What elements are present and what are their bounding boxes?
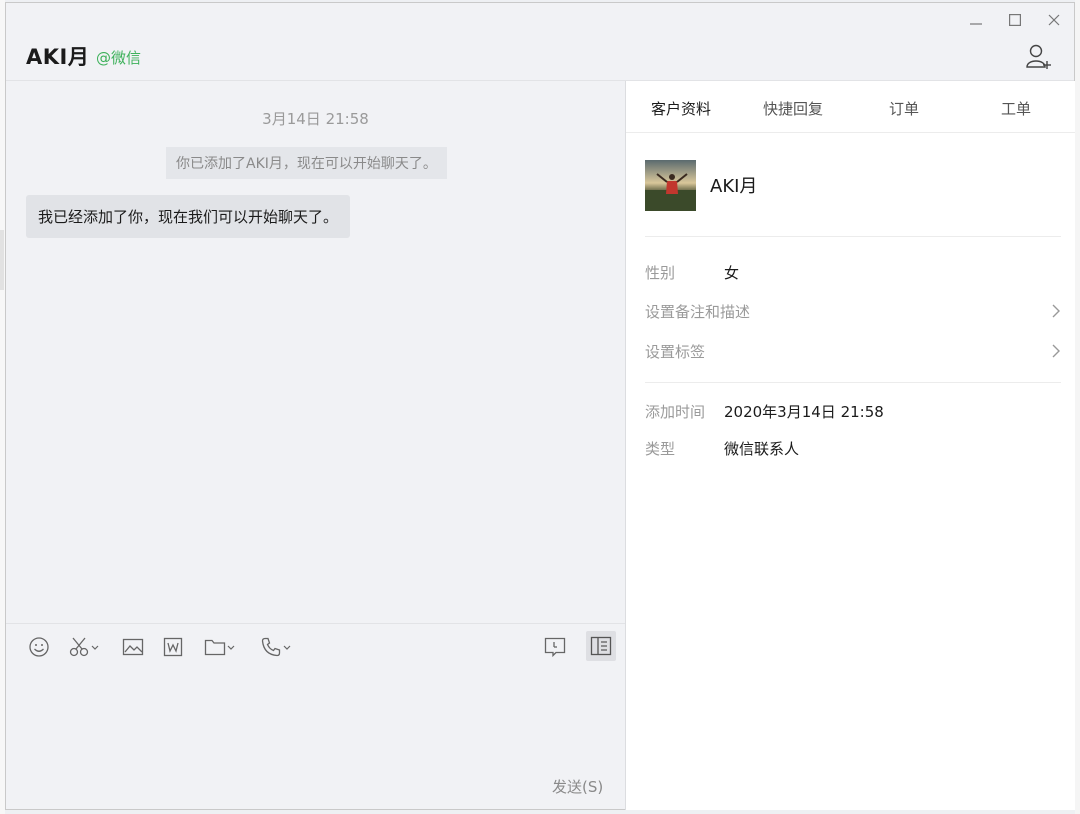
section-divider xyxy=(645,382,1061,383)
section-divider xyxy=(645,236,1061,237)
send-button[interactable]: 发送(S) xyxy=(552,776,603,797)
close-button[interactable] xyxy=(1039,9,1069,31)
chat-panel: 3月14日 21:58 你已添加了AKI月，现在可以开始聊天了。 我已经添加了你… xyxy=(6,81,625,810)
set-remark-row[interactable]: 设置备注和描述 xyxy=(645,297,1061,327)
scissors-icon xyxy=(69,637,89,657)
word-doc-button[interactable] xyxy=(162,634,184,660)
customer-info-panel: 客户资料 快捷回复 订单 工单 AKI月 性别 女 设置备注和描述 设置标签 添… xyxy=(626,81,1075,810)
chat-window: AKI月 @微信 3月14日 21:58 你已添加了AKI月，现在可以开始聊天了… xyxy=(5,2,1075,810)
image-button[interactable] xyxy=(122,634,144,660)
emoji-icon xyxy=(29,637,49,657)
chevron-down-icon xyxy=(227,645,235,650)
add-contact-icon xyxy=(1026,44,1051,69)
folder-icon xyxy=(204,639,226,656)
tab-quick-reply[interactable]: 快捷回复 xyxy=(763,98,823,119)
added-time-value: 2020年3月14日 21:58 xyxy=(724,403,884,421)
set-tags-row[interactable]: 设置标签 xyxy=(645,337,1061,367)
chevron-down-icon xyxy=(283,645,291,650)
set-tags-label: 设置标签 xyxy=(645,343,706,361)
chevron-down-icon xyxy=(91,645,99,650)
chevron-right-icon xyxy=(1052,304,1060,318)
image-icon xyxy=(122,638,144,656)
add-contact-button[interactable] xyxy=(1025,43,1053,71)
profile-name: AKI月 xyxy=(710,176,758,197)
type-value: 微信联系人 xyxy=(724,440,800,458)
contact-name: AKI月 xyxy=(26,45,90,69)
info-tabs: 客户资料 快捷回复 订单 工单 xyxy=(626,81,1075,133)
sidebar-toggle-icon xyxy=(590,636,612,656)
input-divider xyxy=(6,623,625,624)
system-message: 你已添加了AKI月，现在可以开始聊天了。 xyxy=(166,147,447,179)
sidebar-toggle-button[interactable] xyxy=(586,631,616,661)
maximize-button[interactable] xyxy=(1000,9,1030,31)
background-window-edge-right xyxy=(1075,0,1080,814)
chat-history-button[interactable] xyxy=(544,634,566,660)
close-icon xyxy=(1048,14,1060,26)
word-doc-icon xyxy=(163,637,183,657)
minimize-button[interactable] xyxy=(961,9,991,31)
chevron-right-icon xyxy=(1052,344,1060,358)
tab-customer-profile[interactable]: 客户资料 xyxy=(651,98,711,119)
tab-work-orders[interactable]: 工单 xyxy=(1001,98,1031,119)
message-bubble[interactable]: 我已经添加了你，现在我们可以开始聊天了。 xyxy=(26,195,351,238)
added-time-label: 添加时间 xyxy=(645,403,706,421)
type-label: 类型 xyxy=(645,440,676,458)
tab-orders[interactable]: 订单 xyxy=(889,98,919,119)
maximize-icon xyxy=(1009,14,1021,26)
phone-icon xyxy=(261,637,281,657)
contact-source: @微信 xyxy=(96,49,142,67)
avatar-photo xyxy=(645,160,696,211)
call-button[interactable] xyxy=(260,634,292,660)
screenshot-button[interactable] xyxy=(68,634,100,660)
minimize-icon xyxy=(970,23,982,25)
chat-history-icon xyxy=(544,637,566,658)
folder-button[interactable] xyxy=(204,634,236,660)
set-remark-label: 设置备注和描述 xyxy=(645,303,751,321)
avatar[interactable] xyxy=(645,160,696,211)
gender-value: 女 xyxy=(724,264,740,282)
message-timestamp: 3月14日 21:58 xyxy=(262,110,369,128)
emoji-button[interactable] xyxy=(28,634,50,660)
title-bar: AKI月 @微信 xyxy=(6,3,1074,81)
gender-label: 性别 xyxy=(645,264,676,282)
